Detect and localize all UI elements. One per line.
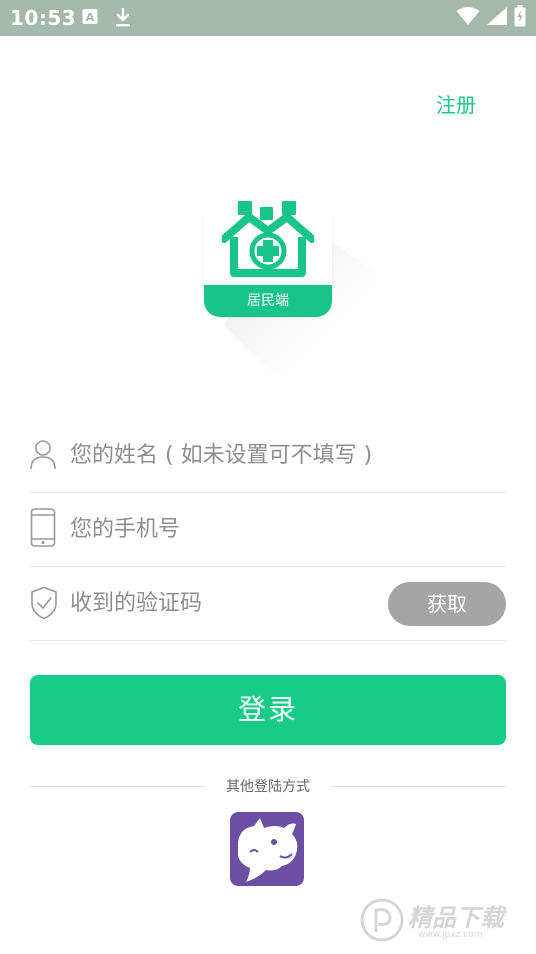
logo-card: 居民端 (204, 199, 332, 317)
login-button[interactable]: 登录 (30, 675, 506, 745)
wifi-icon (456, 6, 480, 30)
verification-code-input[interactable] (70, 566, 390, 640)
app-logo: 居民端 (204, 199, 384, 373)
other-login-divider: 其他登陆方式 (30, 776, 506, 798)
register-link[interactable]: 注册 (436, 92, 476, 118)
status-icons (456, 5, 526, 31)
status-bar: 10:53 A (0, 0, 536, 36)
battery-icon (514, 5, 526, 31)
other-login-label: 其他登陆方式 (226, 779, 310, 795)
phone-icon (30, 508, 56, 547)
divider-line-right (332, 786, 506, 787)
name-input[interactable] (70, 418, 490, 492)
a-notification-icon: A (82, 8, 98, 28)
third-party-login-icon[interactable] (230, 812, 304, 886)
phone-input[interactable] (70, 492, 390, 566)
get-code-button[interactable]: 获取 (388, 582, 506, 626)
house-cross-icon (222, 201, 314, 277)
status-time: 10:53 (10, 6, 77, 30)
shield-check-icon (30, 586, 57, 620)
watermark-url: www.jpxz.com (418, 930, 483, 940)
phone-row (30, 492, 506, 567)
svg-text:A: A (86, 11, 95, 24)
name-row (30, 418, 506, 493)
watermark: 精品下载 www.jpxz.com (360, 892, 530, 948)
watermark-text: 精品下载 (408, 904, 504, 932)
verification-code-row: 获取 (30, 566, 506, 641)
logo-caption: 居民端 (204, 285, 332, 317)
user-icon (30, 438, 56, 470)
download-icon (114, 7, 132, 28)
signal-icon (486, 6, 508, 30)
